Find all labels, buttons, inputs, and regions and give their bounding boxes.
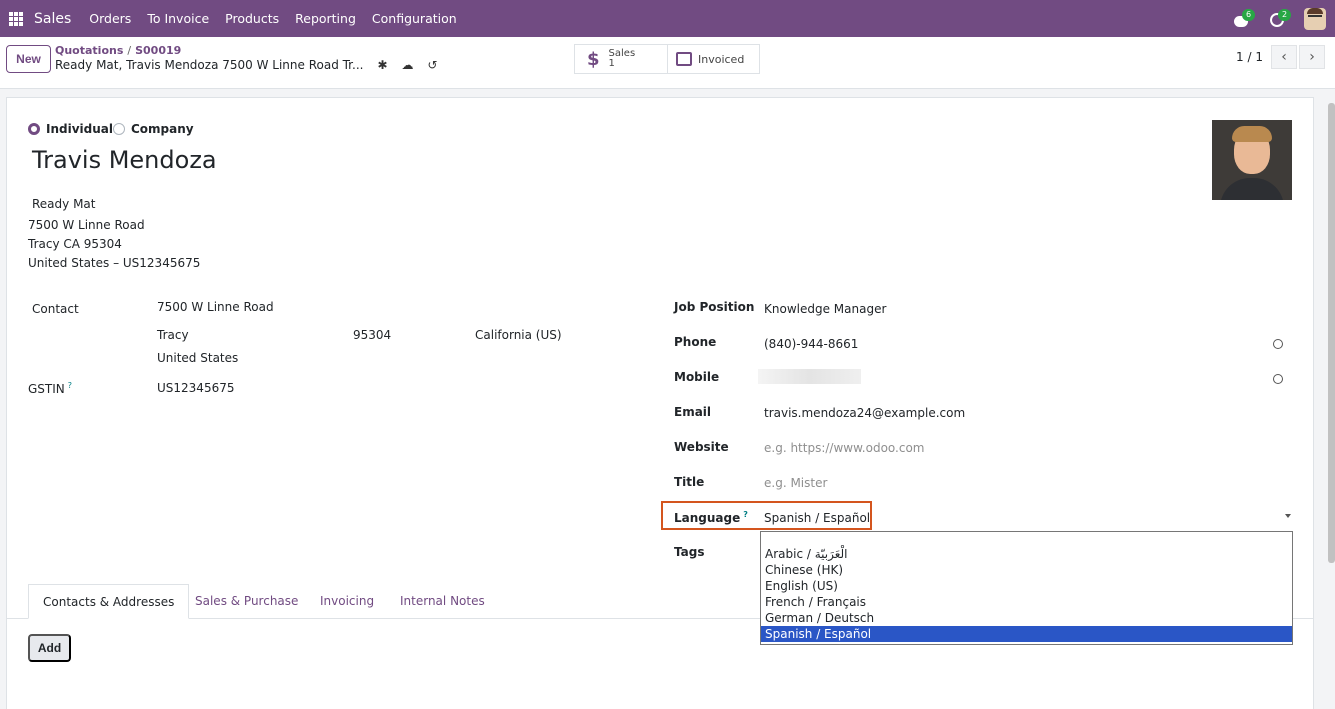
breadcrumb-separator: / — [127, 44, 132, 57]
edit-icon — [676, 52, 692, 66]
discard-icon[interactable]: ↺ — [428, 58, 438, 72]
contact-country-field[interactable]: United States — [157, 351, 238, 365]
company-type-individual[interactable]: Individual — [28, 122, 113, 136]
app-brand[interactable]: Sales — [34, 11, 71, 27]
user-avatar[interactable] — [1304, 7, 1326, 30]
top-navbar: Sales Orders To Invoice Products Reporti… — [0, 0, 1335, 37]
partner-name[interactable]: Travis Mendoza — [32, 146, 217, 174]
company-type-company[interactable]: Company — [113, 122, 194, 136]
address-company: Ready Mat — [32, 197, 96, 211]
pager-value[interactable]: 1 / 1 — [1236, 50, 1263, 64]
job-position-label: Job Position — [674, 300, 755, 314]
language-label: Language? — [674, 510, 748, 525]
cloud-save-icon[interactable]: ☁ — [402, 58, 414, 72]
tab-invoicing[interactable]: Invoicing — [320, 584, 374, 619]
whatsapp-icon[interactable] — [1273, 339, 1283, 349]
job-position-field[interactable]: Knowledge Manager — [764, 302, 886, 316]
sales-smart-button[interactable]: $ Sales 1 — [574, 44, 668, 74]
mobile-label: Mobile — [674, 370, 720, 384]
nav-item-configuration[interactable]: Configuration — [372, 11, 457, 26]
address-city: Tracy CA 95304 — [28, 237, 122, 251]
invoiced-smart-button[interactable]: Invoiced — [667, 44, 760, 74]
contact-state-field[interactable]: California (US) — [475, 328, 562, 342]
breadcrumb: Quotations / S00019 Ready Mat, Travis Mend… — [55, 44, 438, 72]
activity-badge: 2 — [1278, 8, 1292, 21]
language-option-chinese-hk[interactable]: Chinese (HK) — [761, 562, 1292, 578]
website-label: Website — [674, 440, 729, 454]
chevron-down-icon[interactable] — [1285, 514, 1291, 518]
page-scrollbar[interactable] — [1328, 103, 1335, 563]
language-option-arabic[interactable]: Arabic / الْعَرَبيّة — [761, 546, 1292, 562]
add-contact-button[interactable]: Add — [28, 634, 71, 662]
mobile-field[interactable] — [758, 369, 861, 384]
email-field[interactable]: travis.mendoza24@example.com — [764, 406, 965, 420]
language-option-english-us[interactable]: English (US) — [761, 578, 1292, 594]
phone-label: Phone — [674, 335, 717, 349]
invoiced-smart-label: Invoiced — [698, 52, 745, 66]
contact-label: Contact — [32, 302, 79, 316]
pager-previous-button[interactable]: ‹ — [1271, 45, 1297, 69]
dollar-icon: $ — [587, 48, 600, 70]
tags-label: Tags — [674, 545, 705, 559]
gstin-field[interactable]: US12345675 — [157, 381, 234, 395]
gstin-label: GSTIN? — [28, 381, 73, 396]
apps-menu-icon[interactable] — [9, 11, 23, 26]
tab-internal-notes[interactable]: Internal Notes — [400, 584, 485, 619]
nav-item-orders[interactable]: Orders — [89, 11, 131, 26]
title-label: Title — [674, 475, 705, 489]
phone-field[interactable]: (840)-944-8661 — [764, 337, 858, 351]
activity-clock-icon[interactable]: 2 — [1268, 8, 1292, 30]
address-street: 7500 W Linne Road — [28, 218, 145, 232]
nav-item-products[interactable]: Products — [225, 11, 279, 26]
partner-photo[interactable] — [1212, 120, 1292, 200]
contact-street-field[interactable]: 7500 W Linne Road — [157, 300, 274, 314]
language-option-french[interactable]: French / Français — [761, 594, 1292, 610]
address-country: United States – US12345675 — [28, 256, 201, 270]
language-option-spanish[interactable]: Spanish / Español — [761, 626, 1292, 642]
title-field[interactable]: e.g. Mister — [764, 476, 827, 490]
sales-smart-count: 1 — [608, 58, 615, 69]
breadcrumb-order[interactable]: S00019 — [135, 44, 181, 57]
language-dropdown: Arabic / الْعَرَبيّة Chinese (HK) Englis… — [760, 531, 1293, 645]
contact-zip-field[interactable]: 95304 — [353, 328, 391, 342]
tab-contacts-addresses[interactable]: Contacts & Addresses — [28, 584, 190, 619]
breadcrumb-quotations[interactable]: Quotations — [55, 44, 123, 57]
gear-icon[interactable]: ✱ — [377, 58, 387, 72]
language-select[interactable]: Spanish / Español — [764, 511, 870, 525]
language-option-german[interactable]: German / Deutsch — [761, 610, 1292, 626]
radio-selected-icon — [28, 123, 40, 135]
nav-item-to-invoice[interactable]: To Invoice — [147, 11, 209, 26]
tab-sales-purchase[interactable]: Sales & Purchase — [195, 584, 298, 619]
record-title: Ready Mat, Travis Mendoza 7500 W Linne R… — [55, 58, 364, 72]
contact-city-field[interactable]: Tracy — [157, 328, 189, 342]
whatsapp-icon[interactable] — [1273, 374, 1283, 384]
pager-next-button[interactable]: › — [1299, 45, 1325, 69]
chat-icon[interactable]: 6 — [1232, 8, 1256, 30]
new-button[interactable]: New — [6, 45, 51, 73]
radio-empty-icon — [113, 123, 125, 135]
chat-badge: 6 — [1242, 8, 1256, 21]
website-field[interactable]: e.g. https://www.odoo.com — [764, 441, 925, 455]
pager: 1 / 1 ‹ › — [1236, 45, 1325, 69]
email-label: Email — [674, 405, 712, 419]
nav-item-reporting[interactable]: Reporting — [295, 11, 356, 26]
control-panel: New Quotations / S00019 Ready Mat, Travis … — [0, 37, 1335, 89]
